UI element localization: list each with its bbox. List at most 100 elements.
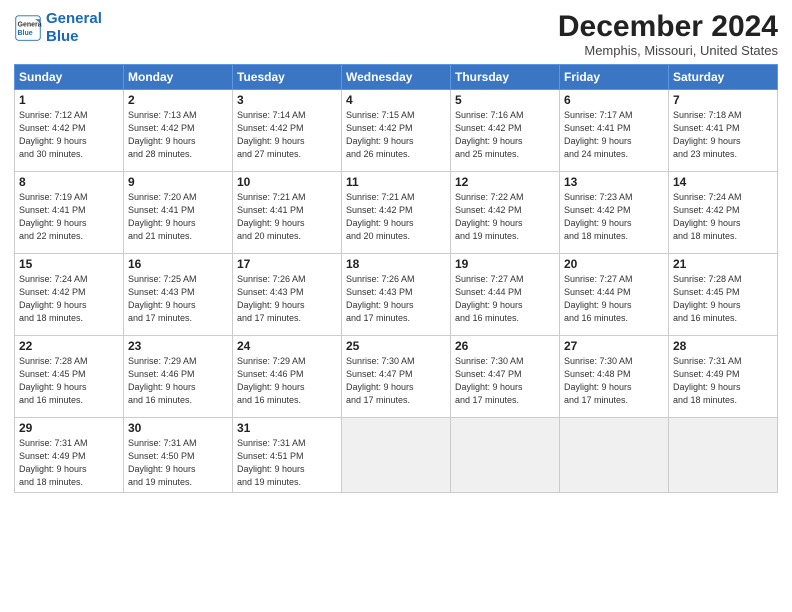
- day-number: 14: [673, 175, 773, 189]
- day-info: Sunrise: 7:26 AM Sunset: 4:43 PM Dayligh…: [237, 273, 337, 325]
- day-info: Sunrise: 7:31 AM Sunset: 4:49 PM Dayligh…: [19, 437, 119, 489]
- day-number: 30: [128, 421, 228, 435]
- day-info: Sunrise: 7:31 AM Sunset: 4:49 PM Dayligh…: [673, 355, 773, 407]
- day-info: Sunrise: 7:28 AM Sunset: 4:45 PM Dayligh…: [19, 355, 119, 407]
- day-info: Sunrise: 7:14 AM Sunset: 4:42 PM Dayligh…: [237, 109, 337, 161]
- day-info: Sunrise: 7:27 AM Sunset: 4:44 PM Dayligh…: [564, 273, 664, 325]
- day-cell-21: 21 Sunrise: 7:28 AM Sunset: 4:45 PM Dayli…: [669, 254, 778, 336]
- day-cell-9: 9 Sunrise: 7:20 AM Sunset: 4:41 PM Daylig…: [124, 172, 233, 254]
- day-number: 26: [455, 339, 555, 353]
- title-block: December 2024 Memphis, Missouri, United …: [558, 10, 778, 58]
- day-info: Sunrise: 7:21 AM Sunset: 4:41 PM Dayligh…: [237, 191, 337, 243]
- day-info: Sunrise: 7:24 AM Sunset: 4:42 PM Dayligh…: [19, 273, 119, 325]
- day-number: 20: [564, 257, 664, 271]
- page-header: General Blue General Blue December 2024 …: [14, 10, 778, 58]
- day-number: 5: [455, 93, 555, 107]
- day-cell-25: 25 Sunrise: 7:30 AM Sunset: 4:47 PM Dayli…: [342, 336, 451, 418]
- day-cell-1: 1 Sunrise: 7:12 AM Sunset: 4:42 PM Daylig…: [15, 90, 124, 172]
- day-info: Sunrise: 7:13 AM Sunset: 4:42 PM Dayligh…: [128, 109, 228, 161]
- day-cell-24: 24 Sunrise: 7:29 AM Sunset: 4:46 PM Dayli…: [233, 336, 342, 418]
- day-cell-4: 4Sunrise: 7:15 AM Sunset: 4:42 PM Daylig…: [342, 90, 451, 172]
- day-number: 1: [19, 93, 119, 107]
- day-info: Sunrise: 7:19 AM Sunset: 4:41 PM Dayligh…: [19, 191, 119, 243]
- day-info: Sunrise: 7:29 AM Sunset: 4:46 PM Dayligh…: [128, 355, 228, 407]
- day-info: Sunrise: 7:20 AM Sunset: 4:41 PM Dayligh…: [128, 191, 228, 243]
- day-info: Sunrise: 7:30 AM Sunset: 4:47 PM Dayligh…: [346, 355, 446, 407]
- calendar-week-2: 8Sunrise: 7:19 AM Sunset: 4:41 PM Daylig…: [15, 172, 778, 254]
- logo-blue: Blue: [46, 28, 79, 45]
- day-cell-6: 6 Sunrise: 7:17 AM Sunset: 4:41 PM Daylig…: [560, 90, 669, 172]
- day-cell-17: 17Sunrise: 7:26 AM Sunset: 4:43 PM Dayli…: [233, 254, 342, 336]
- empty-cell: [669, 418, 778, 493]
- day-cell-10: 10 Sunrise: 7:21 AM Sunset: 4:41 PM Dayli…: [233, 172, 342, 254]
- day-number: 24: [237, 339, 337, 353]
- day-info: Sunrise: 7:30 AM Sunset: 4:47 PM Dayligh…: [455, 355, 555, 407]
- day-cell-11: 11Sunrise: 7:21 AM Sunset: 4:42 PM Dayli…: [342, 172, 451, 254]
- logo-icon: General Blue: [14, 14, 42, 42]
- day-cell-7: 7Sunrise: 7:18 AM Sunset: 4:41 PM Daylig…: [669, 90, 778, 172]
- day-info: Sunrise: 7:26 AM Sunset: 4:43 PM Dayligh…: [346, 273, 446, 325]
- day-number: 7: [673, 93, 773, 107]
- day-number: 25: [346, 339, 446, 353]
- calendar-week-4: 22Sunrise: 7:28 AM Sunset: 4:45 PM Dayli…: [15, 336, 778, 418]
- day-cell-5: 5 Sunrise: 7:16 AM Sunset: 4:42 PM Daylig…: [451, 90, 560, 172]
- day-number: 10: [237, 175, 337, 189]
- logo-general: General: [46, 10, 102, 27]
- day-cell-12: 12Sunrise: 7:22 AM Sunset: 4:42 PM Dayli…: [451, 172, 560, 254]
- day-number: 23: [128, 339, 228, 353]
- day-cell-20: 20 Sunrise: 7:27 AM Sunset: 4:44 PM Dayli…: [560, 254, 669, 336]
- day-number: 21: [673, 257, 773, 271]
- day-cell-19: 19 Sunrise: 7:27 AM Sunset: 4:44 PM Dayli…: [451, 254, 560, 336]
- day-info: Sunrise: 7:27 AM Sunset: 4:44 PM Dayligh…: [455, 273, 555, 325]
- day-cell-30: 30 Sunrise: 7:31 AM Sunset: 4:50 PM Dayli…: [124, 418, 233, 493]
- day-cell-2: 2Sunrise: 7:13 AM Sunset: 4:42 PM Daylig…: [124, 90, 233, 172]
- day-info: Sunrise: 7:28 AM Sunset: 4:45 PM Dayligh…: [673, 273, 773, 325]
- day-header-saturday: Saturday: [669, 65, 778, 90]
- day-info: Sunrise: 7:30 AM Sunset: 4:48 PM Dayligh…: [564, 355, 664, 407]
- day-header-wednesday: Wednesday: [342, 65, 451, 90]
- day-cell-27: 27Sunrise: 7:30 AM Sunset: 4:48 PM Dayli…: [560, 336, 669, 418]
- calendar-header-row: SundayMondayTuesdayWednesdayThursdayFrid…: [15, 65, 778, 90]
- day-number: 6: [564, 93, 664, 107]
- day-header-sunday: Sunday: [15, 65, 124, 90]
- day-header-thursday: Thursday: [451, 65, 560, 90]
- logo: General Blue General Blue: [14, 10, 102, 46]
- day-number: 28: [673, 339, 773, 353]
- svg-text:Blue: Blue: [18, 30, 33, 37]
- day-cell-28: 28 Sunrise: 7:31 AM Sunset: 4:49 PM Dayli…: [669, 336, 778, 418]
- day-info: Sunrise: 7:31 AM Sunset: 4:50 PM Dayligh…: [128, 437, 228, 489]
- day-number: 3: [237, 93, 337, 107]
- day-number: 29: [19, 421, 119, 435]
- day-info: Sunrise: 7:31 AM Sunset: 4:51 PM Dayligh…: [237, 437, 337, 489]
- empty-cell: [342, 418, 451, 493]
- day-header-monday: Monday: [124, 65, 233, 90]
- day-cell-23: 23 Sunrise: 7:29 AM Sunset: 4:46 PM Dayli…: [124, 336, 233, 418]
- day-number: 4: [346, 93, 446, 107]
- day-cell-22: 22Sunrise: 7:28 AM Sunset: 4:45 PM Dayli…: [15, 336, 124, 418]
- day-cell-16: 16Sunrise: 7:25 AM Sunset: 4:43 PM Dayli…: [124, 254, 233, 336]
- day-info: Sunrise: 7:16 AM Sunset: 4:42 PM Dayligh…: [455, 109, 555, 161]
- day-info: Sunrise: 7:24 AM Sunset: 4:42 PM Dayligh…: [673, 191, 773, 243]
- day-info: Sunrise: 7:29 AM Sunset: 4:46 PM Dayligh…: [237, 355, 337, 407]
- day-number: 12: [455, 175, 555, 189]
- day-cell-15: 15 Sunrise: 7:24 AM Sunset: 4:42 PM Dayli…: [15, 254, 124, 336]
- day-number: 19: [455, 257, 555, 271]
- day-number: 18: [346, 257, 446, 271]
- day-info: Sunrise: 7:17 AM Sunset: 4:41 PM Dayligh…: [564, 109, 664, 161]
- day-cell-14: 14 Sunrise: 7:24 AM Sunset: 4:42 PM Dayli…: [669, 172, 778, 254]
- day-header-tuesday: Tuesday: [233, 65, 342, 90]
- day-header-friday: Friday: [560, 65, 669, 90]
- calendar-week-1: 1 Sunrise: 7:12 AM Sunset: 4:42 PM Daylig…: [15, 90, 778, 172]
- day-number: 11: [346, 175, 446, 189]
- month-title: December 2024: [558, 10, 778, 43]
- calendar-table: SundayMondayTuesdayWednesdayThursdayFrid…: [14, 64, 778, 493]
- empty-cell: [560, 418, 669, 493]
- day-number: 9: [128, 175, 228, 189]
- calendar-week-5: 29 Sunrise: 7:31 AM Sunset: 4:49 PM Dayli…: [15, 418, 778, 493]
- location: Memphis, Missouri, United States: [558, 43, 778, 58]
- day-cell-31: 31 Sunrise: 7:31 AM Sunset: 4:51 PM Dayli…: [233, 418, 342, 493]
- day-cell-18: 18 Sunrise: 7:26 AM Sunset: 4:43 PM Dayli…: [342, 254, 451, 336]
- day-info: Sunrise: 7:12 AM Sunset: 4:42 PM Dayligh…: [19, 109, 119, 161]
- day-number: 15: [19, 257, 119, 271]
- day-number: 31: [237, 421, 337, 435]
